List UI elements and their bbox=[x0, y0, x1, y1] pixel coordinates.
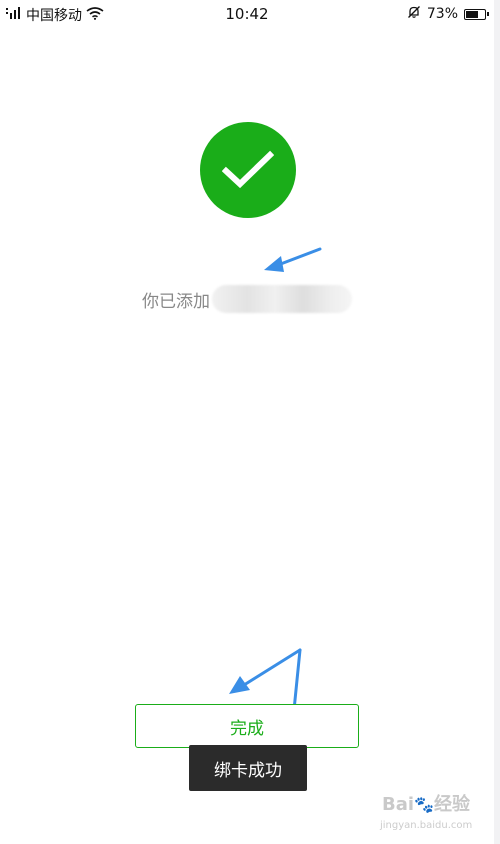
done-button[interactable]: 完成 bbox=[135, 704, 359, 748]
bell-off-icon bbox=[407, 5, 421, 23]
added-message: 你已添加 bbox=[142, 284, 352, 314]
blurred-card-name bbox=[212, 285, 352, 313]
watermark-brand-suffix: 经验 bbox=[433, 794, 470, 815]
watermark-brand: Bai bbox=[382, 794, 415, 815]
watermark-domain: jingyan.baidu.com bbox=[380, 820, 473, 831]
checkmark-icon bbox=[222, 150, 274, 189]
scroll-edge bbox=[494, 0, 500, 844]
added-text: 你已添加 bbox=[142, 291, 210, 312]
battery-percent: 73% bbox=[426, 6, 458, 22]
paw-icon: 🐾 bbox=[414, 795, 434, 814]
bind-success-toast: 绑卡成功 bbox=[189, 745, 307, 791]
status-right: 73% bbox=[407, 5, 489, 23]
watermark-logo: Bai🐾经验 bbox=[382, 790, 470, 816]
success-indicator bbox=[200, 122, 296, 218]
battery-icon bbox=[464, 8, 489, 20]
battery-level bbox=[466, 10, 478, 18]
status-bar: 中国移动 10:42 73% bbox=[0, 0, 494, 28]
